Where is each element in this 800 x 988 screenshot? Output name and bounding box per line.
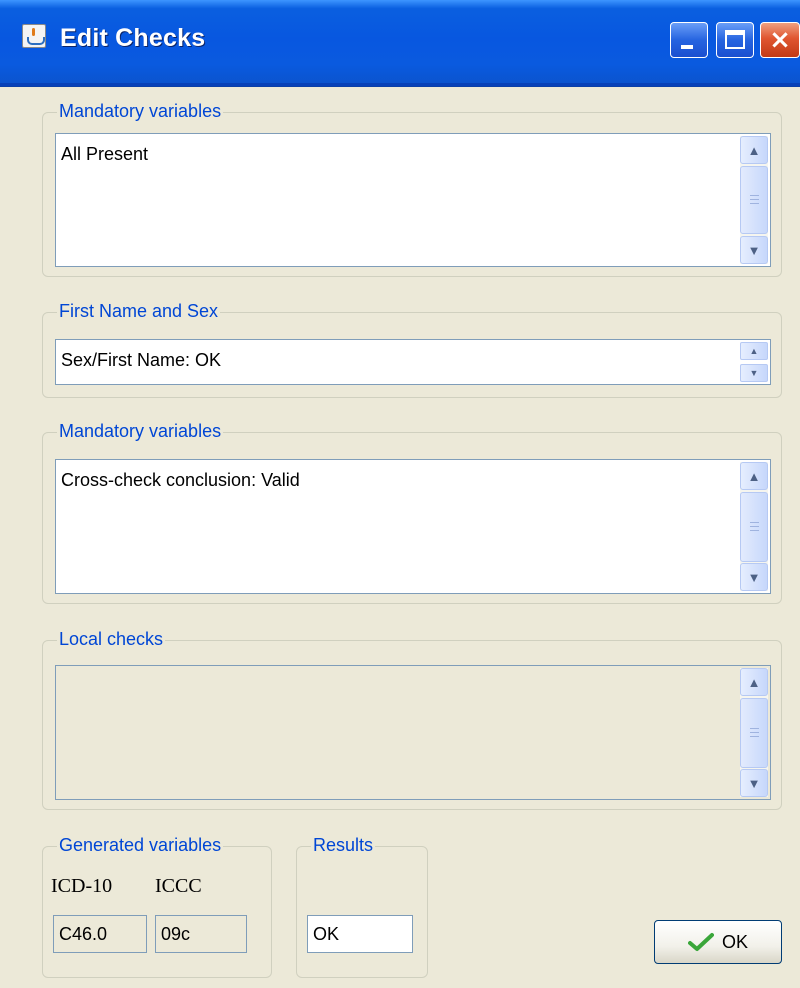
- chevron-up-icon: ▲: [747, 468, 761, 484]
- iccc-label: ICCC: [155, 875, 202, 897]
- chevron-down-icon: ▼: [747, 775, 761, 791]
- scroll-up-button[interactable]: ▲: [740, 136, 768, 164]
- vertical-scrollbar[interactable]: ▲ ▼: [740, 342, 768, 382]
- maximize-icon: [725, 30, 745, 49]
- scroll-down-button[interactable]: ▼: [740, 236, 768, 264]
- chevron-down-icon: ▼: [747, 569, 761, 585]
- vertical-scrollbar[interactable]: ▲ ▼: [740, 462, 768, 591]
- icd10-label: ICD-10: [51, 875, 113, 897]
- mandatory-variables-group: Mandatory variables All Present ▲ ▼: [42, 99, 782, 277]
- close-button[interactable]: ×: [760, 22, 800, 58]
- local-checks-group: Local checks ▲ ▼: [42, 627, 782, 810]
- chevron-down-icon: ▼: [747, 242, 761, 258]
- title-bar[interactable]: Edit Checks ×: [0, 0, 800, 87]
- scroll-down-button[interactable]: ▼: [740, 769, 768, 797]
- window-title: Edit Checks: [60, 24, 206, 52]
- vertical-scrollbar[interactable]: ▲ ▼: [740, 136, 768, 264]
- scroll-up-button[interactable]: ▲: [740, 462, 768, 490]
- first-name-sex-text: Sex/First Name: OK: [61, 350, 222, 370]
- close-icon: ×: [769, 25, 791, 55]
- scroll-up-button[interactable]: ▲: [740, 342, 768, 360]
- maximize-button[interactable]: [716, 22, 754, 58]
- scroll-up-button[interactable]: ▲: [740, 668, 768, 696]
- ok-button-label: OK: [721, 931, 748, 952]
- results-group: Results OK: [296, 833, 428, 978]
- results-field[interactable]: OK: [307, 915, 413, 953]
- iccc-field[interactable]: 09c: [155, 915, 247, 953]
- mandatory-variables-group: Mandatory variables Cross-check conclusi…: [42, 419, 782, 604]
- local-checks-textarea[interactable]: ▲ ▼: [55, 665, 771, 800]
- first-name-sex-textarea[interactable]: Sex/First Name: OK ▲ ▼: [55, 339, 771, 385]
- generated-variables-group: Generated variables ICD-10 ICCC C46.0 09…: [42, 833, 272, 978]
- cross-check-text: Cross-check conclusion: Valid: [61, 470, 300, 490]
- mandatory-variables-textarea[interactable]: All Present ▲ ▼: [55, 133, 771, 267]
- chevron-up-icon: ▲: [747, 674, 761, 690]
- vertical-scrollbar[interactable]: ▲ ▼: [740, 668, 768, 797]
- first-name-sex-legend: First Name and Sex: [57, 299, 221, 323]
- ok-button[interactable]: OK: [654, 920, 782, 964]
- results-legend: Results: [311, 833, 376, 857]
- mandatory-variables-text: All Present: [61, 144, 149, 164]
- generated-variables-legend: Generated variables: [57, 833, 224, 857]
- checkmark-icon: [687, 933, 714, 951]
- first-name-sex-group: First Name and Sex Sex/First Name: OK ▲ …: [42, 299, 782, 398]
- chevron-down-icon: ▼: [749, 367, 759, 378]
- mandatory-variables-legend: Mandatory variables: [57, 419, 224, 443]
- minimize-icon: [681, 45, 693, 49]
- icd10-field[interactable]: C46.0: [53, 915, 147, 953]
- java-app-icon[interactable]: [22, 24, 46, 48]
- scroll-thumb[interactable]: [740, 492, 768, 562]
- chevron-up-icon: ▲: [747, 142, 761, 158]
- minimize-button[interactable]: [670, 22, 708, 58]
- scroll-down-button[interactable]: ▼: [740, 364, 768, 382]
- scroll-thumb[interactable]: [740, 166, 768, 234]
- scroll-thumb[interactable]: [740, 698, 768, 768]
- chevron-up-icon: ▲: [749, 345, 759, 356]
- scroll-down-button[interactable]: ▼: [740, 563, 768, 591]
- mandatory-variables-textarea[interactable]: Cross-check conclusion: Valid ▲ ▼: [55, 459, 771, 594]
- mandatory-variables-legend: Mandatory variables: [57, 99, 224, 123]
- local-checks-legend: Local checks: [57, 627, 166, 651]
